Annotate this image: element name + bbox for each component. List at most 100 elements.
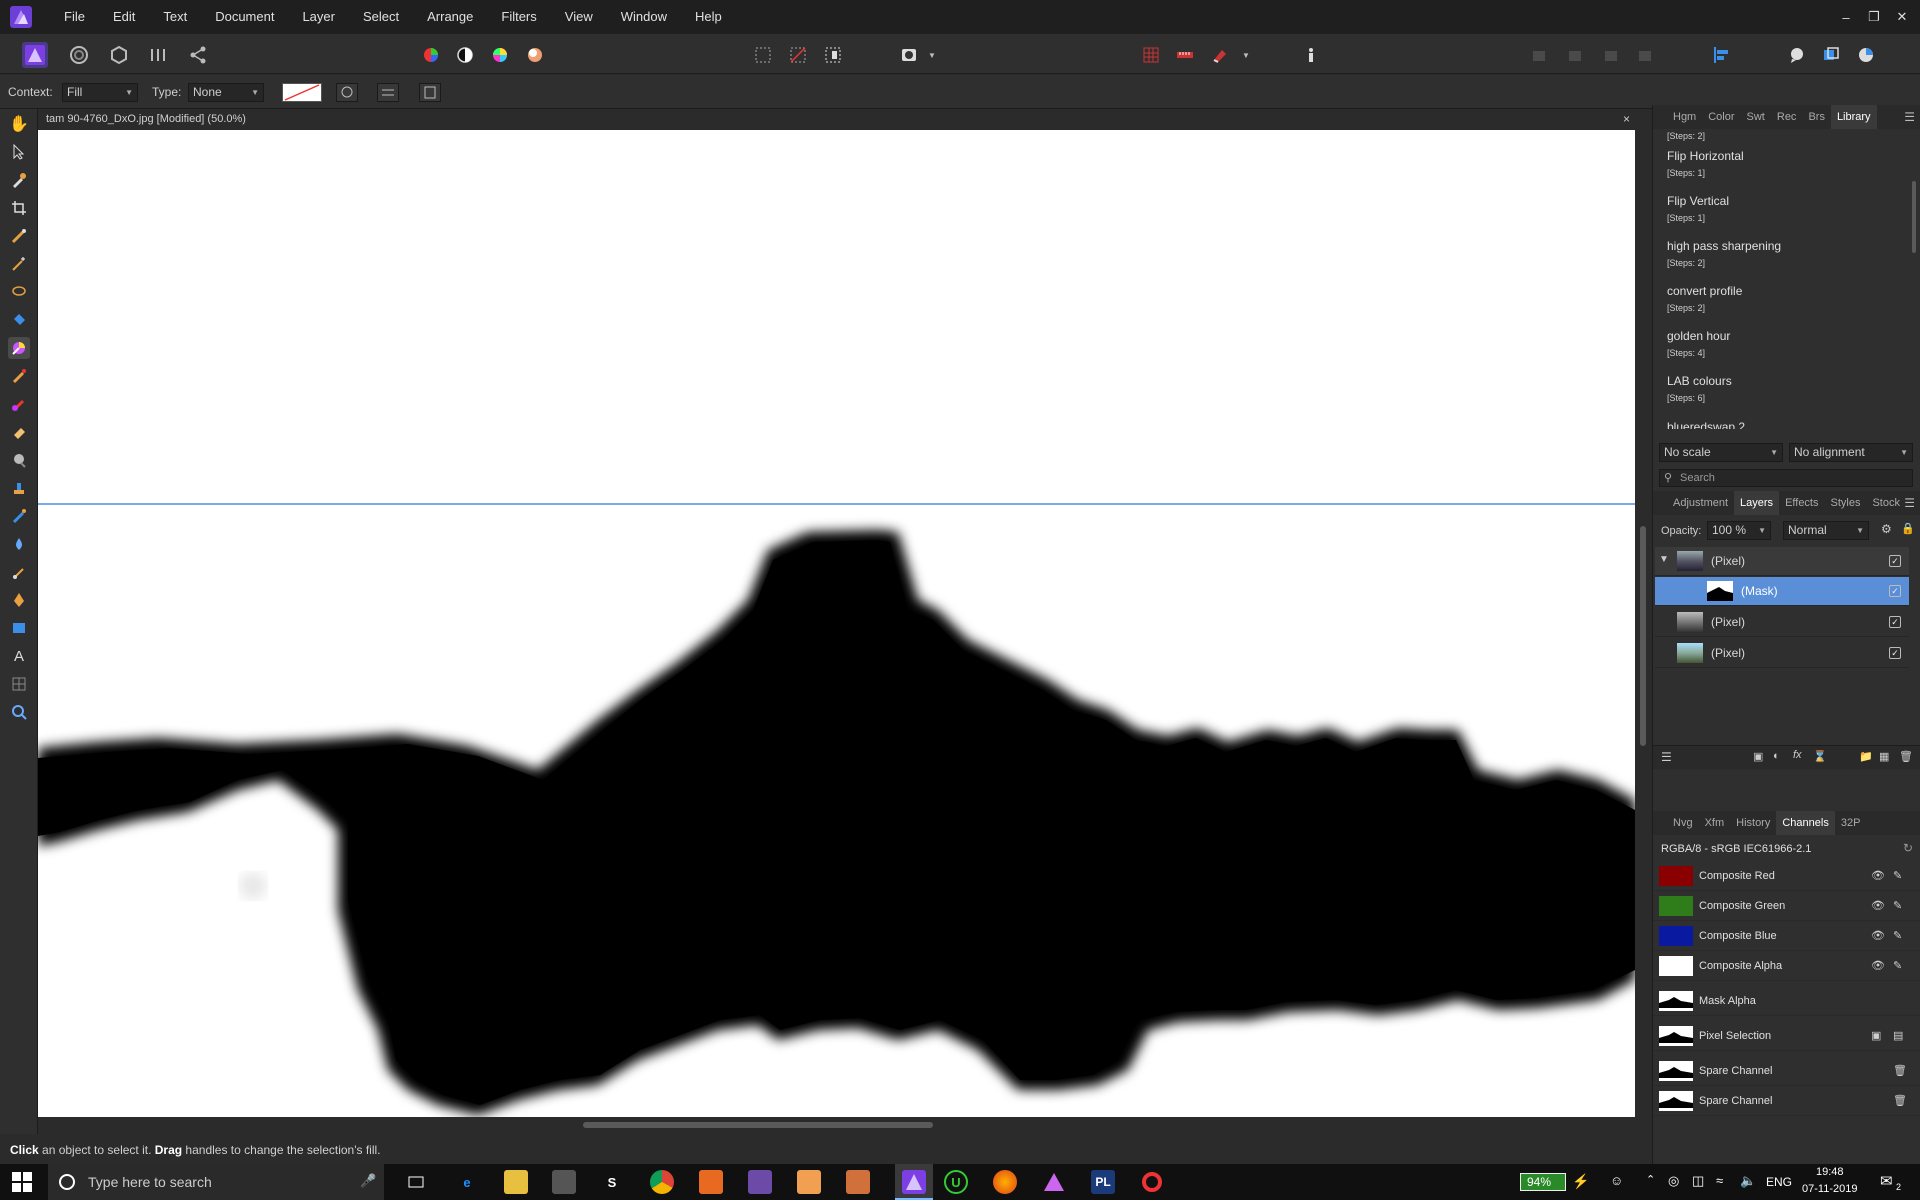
blend-mode-select[interactable]: Normal ▼ (1783, 521, 1869, 540)
channel-row[interactable]: Composite Red 👁 ✎ (1653, 861, 1920, 891)
macro-item[interactable]: golden hour [Steps: 4] (1653, 323, 1905, 367)
menu-layer[interactable]: Layer (288, 0, 349, 34)
layer-row[interactable]: (Mask) ✓ (1655, 577, 1909, 606)
app-icon-red-swirl[interactable] (1140, 1170, 1164, 1194)
add-mask-icon[interactable]: ▣ (1753, 750, 1763, 763)
arrange-front-button[interactable] (1632, 42, 1658, 68)
macro-item[interactable]: convert profile [Steps: 2] (1653, 278, 1905, 322)
select-all-button[interactable] (750, 42, 776, 68)
macro-scroll-thumb[interactable] (1912, 181, 1916, 253)
scrivener-icon[interactable]: S (600, 1170, 624, 1194)
align-button[interactable] (1708, 42, 1734, 68)
scale-select[interactable]: No scale ▼ (1659, 443, 1783, 462)
menu-file[interactable]: File (50, 0, 99, 34)
chevron-up-icon[interactable]: ⌃ (1646, 1173, 1655, 1186)
move-tool[interactable] (8, 141, 30, 163)
gradient-tool[interactable] (8, 337, 30, 359)
expand-toggle-icon[interactable]: ▼ (1659, 554, 1669, 565)
erase-brush-tool[interactable] (8, 421, 30, 443)
tab-transform[interactable]: Xfm (1699, 811, 1731, 835)
layers-stack-icon[interactable]: ☰ (1661, 750, 1672, 764)
tab-32p[interactable]: 32P (1835, 811, 1867, 835)
pencil-icon[interactable]: ✎ (1893, 869, 1902, 882)
menu-edit[interactable]: Edit (99, 0, 149, 34)
menu-text[interactable]: Text (149, 0, 201, 34)
eye-icon[interactable]: 👁 (1871, 899, 1885, 912)
camera-app-icon[interactable] (552, 1170, 576, 1194)
eye-icon[interactable]: 👁 (1871, 959, 1885, 972)
channel-row[interactable]: Composite Green 👁 ✎ (1653, 891, 1920, 921)
trash-icon[interactable]: 🗑 (1899, 750, 1913, 763)
restore-button[interactable]: ❐ (1860, 0, 1888, 34)
macro-item[interactable]: high pass sharpening [Steps: 2] (1653, 233, 1905, 277)
layer-visibility-checkbox[interactable]: ✓ (1889, 647, 1901, 659)
edge-browser-icon[interactable]: e (455, 1170, 479, 1194)
freehand-selection-tool[interactable] (8, 281, 30, 303)
clone-brush-tool[interactable] (8, 477, 30, 499)
flood-select-tool[interactable] (8, 253, 30, 275)
layer-row[interactable]: (Pixel) ✓ (1655, 639, 1909, 668)
mesh-warp-tool[interactable] (8, 673, 30, 695)
channel-row[interactable]: Spare Channel 🗑 (1653, 1086, 1920, 1116)
microphone-icon[interactable]: 🎤 (360, 1173, 376, 1189)
horizontal-scroll-thumb[interactable] (583, 1122, 933, 1128)
file-explorer-icon[interactable] (504, 1170, 528, 1194)
action-center-icon[interactable]: ✉ (1880, 1172, 1893, 1190)
pie-button[interactable] (1853, 42, 1879, 68)
people-icon[interactable]: ☺ (1610, 1173, 1623, 1188)
liquify-persona-button[interactable] (66, 42, 92, 68)
wifi-icon[interactable]: ≈ (1716, 1173, 1723, 1188)
tab-styles[interactable]: Styles (1825, 491, 1867, 515)
reset-icon[interactable]: ↻ (1903, 841, 1913, 855)
app-icon-photo[interactable] (748, 1170, 772, 1194)
context-select[interactable]: Fill ▼ (62, 83, 138, 102)
chrome-icon[interactable] (650, 1170, 674, 1194)
invert-selection-button[interactable] (820, 42, 846, 68)
menu-help[interactable]: Help (681, 0, 736, 34)
assistant-button[interactable] (1172, 42, 1198, 68)
pen-tool[interactable] (8, 589, 30, 611)
quick-mask-button[interactable] (896, 42, 922, 68)
tab-recorder[interactable]: Rec (1771, 105, 1803, 129)
auto-contrast-button[interactable] (452, 42, 478, 68)
layer-visibility-checkbox[interactable]: ✓ (1889, 555, 1901, 567)
battery-indicator[interactable]: 94% (1520, 1173, 1566, 1191)
auto-colors-button[interactable] (487, 42, 513, 68)
tab-effects[interactable]: Effects (1779, 491, 1824, 515)
live-filter-icon[interactable]: ⌛ (1813, 750, 1827, 763)
fill-options-button[interactable] (419, 83, 441, 102)
trash-icon[interactable]: 🗑 (1893, 1064, 1907, 1077)
tab-history[interactable]: History (1730, 811, 1776, 835)
view-tool[interactable]: ✋ (8, 113, 30, 135)
clock-date[interactable]: 07-11-2019 (1802, 1183, 1857, 1195)
tab-channels[interactable]: Channels (1776, 811, 1835, 835)
input-language[interactable]: ENG (1766, 1175, 1792, 1189)
text-tool[interactable]: A (8, 645, 30, 667)
folder-icon[interactable]: 📁 (1859, 750, 1873, 763)
tab-color[interactable]: Color (1702, 105, 1740, 129)
export-persona-button[interactable] (185, 42, 211, 68)
macro-scrollbar[interactable] (1909, 129, 1919, 429)
selection-brush-tool[interactable] (8, 225, 30, 247)
auto-levels-button[interactable] (418, 42, 444, 68)
swap-button[interactable] (377, 83, 399, 102)
zoom-tool[interactable] (8, 701, 30, 723)
color-replacement-tool[interactable] (8, 393, 30, 415)
layer-visibility-checkbox[interactable]: ✓ (1889, 616, 1901, 628)
layer-row[interactable]: ▼ (Pixel) ✓ (1655, 547, 1909, 576)
auto-white-balance-button[interactable] (522, 42, 548, 68)
arrange-back-button[interactable] (1526, 42, 1552, 68)
vertical-scrollbar[interactable] (1637, 130, 1650, 1117)
arrange-backward-button[interactable] (1562, 42, 1588, 68)
battery-icon[interactable]: ◫ (1692, 1173, 1704, 1189)
snapping-magnet-button[interactable] (1207, 42, 1233, 68)
menu-window[interactable]: Window (607, 0, 681, 34)
arrange-forward-button[interactable] (1598, 42, 1624, 68)
alignment-select[interactable]: No alignment ▼ (1789, 443, 1913, 462)
reverse-button[interactable] (336, 83, 358, 102)
pencil-icon[interactable]: ✎ (1893, 959, 1902, 972)
canvas[interactable] (38, 130, 1635, 1117)
deselect-button[interactable] (785, 42, 811, 68)
inpainting-brush-tool[interactable] (8, 505, 30, 527)
tab-adjustment[interactable]: Adjustment (1667, 491, 1734, 515)
